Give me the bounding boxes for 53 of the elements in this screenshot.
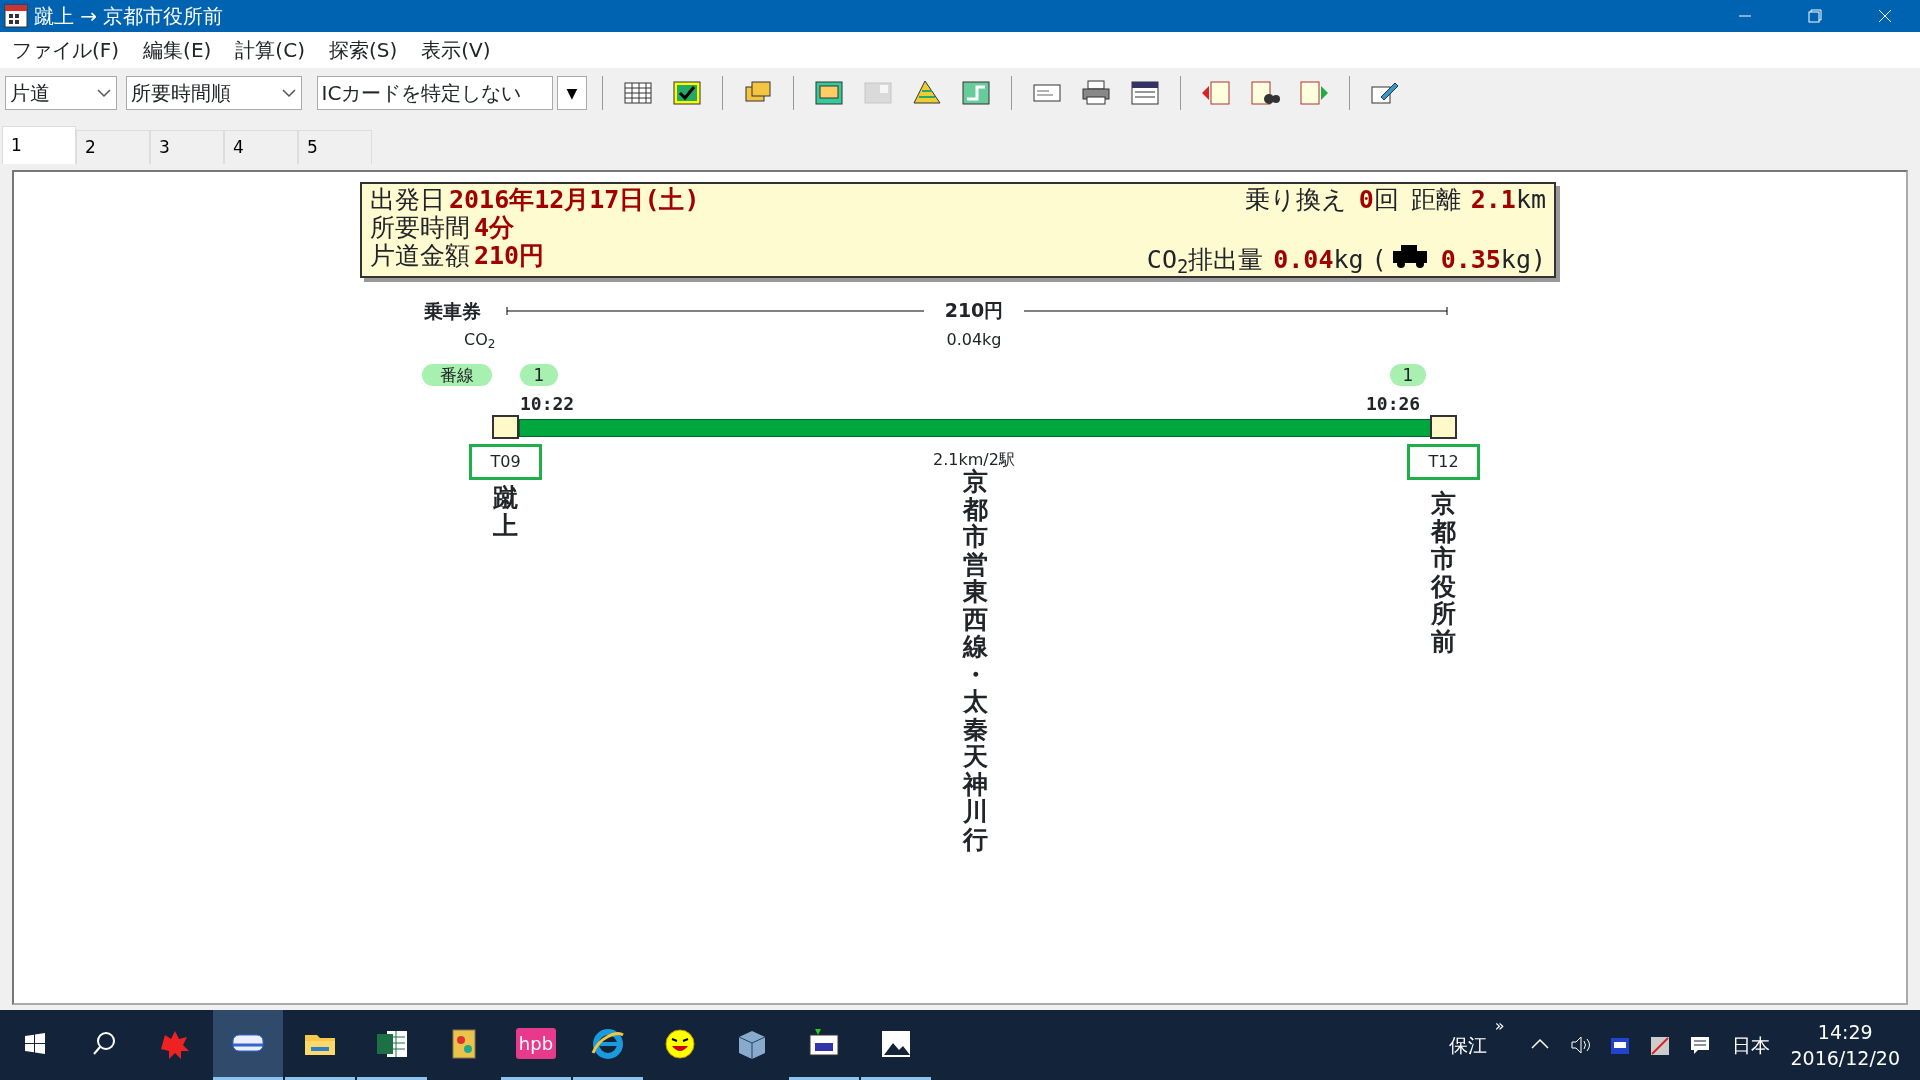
- label: 所要時間: [370, 214, 470, 242]
- unit: kg: [1333, 246, 1364, 274]
- co2-label: CO$_{2}$: [464, 329, 496, 352]
- menu-item[interactable]: 表示(V): [409, 35, 503, 65]
- tab[interactable]: 3: [150, 130, 224, 164]
- tab[interactable]: 5: [298, 130, 372, 164]
- ime-indicator[interactable]: 日本: [1732, 1030, 1771, 1060]
- line-name: 京都市営東西線・太秦天神川行: [962, 468, 989, 853]
- menu-item[interactable]: 探索(S): [316, 35, 410, 65]
- menu-item[interactable]: ファイル(F): [0, 35, 132, 65]
- platform-label: 番線: [422, 364, 492, 386]
- unit: 回: [1373, 186, 1399, 214]
- clock-date[interactable]: 2016/12/20: [1790, 1045, 1900, 1071]
- label: CO$_{2}$排出量: [1146, 246, 1264, 274]
- menu-item[interactable]: 計算(C): [223, 35, 317, 65]
- ic-card-field[interactable]: ICカードを特定しない: [316, 76, 553, 110]
- unit: kg): [1500, 246, 1546, 274]
- tab[interactable]: 4: [224, 130, 298, 164]
- car-co2-value: 0.35: [1440, 246, 1501, 274]
- platform-number: 1: [1390, 364, 1426, 386]
- tab[interactable]: 2: [76, 130, 150, 164]
- trip-type-dropdown[interactable]: 片道: [4, 76, 117, 110]
- hpb-app-button[interactable]: hpb: [501, 1010, 571, 1080]
- fare-value: 210円: [474, 242, 545, 270]
- menu-item[interactable]: 編集(E): [131, 35, 224, 65]
- label: 片道金額: [370, 242, 470, 270]
- dropdown-button[interactable]: ▼: [557, 76, 587, 110]
- clock-time[interactable]: 14:29: [1817, 1019, 1873, 1045]
- label: 乗り換え: [1244, 186, 1347, 214]
- arrival-time: 10:26: [1366, 392, 1421, 416]
- label: 出発日: [370, 186, 445, 214]
- label: 距離: [1410, 186, 1461, 214]
- duration-value: 4分: [474, 214, 515, 242]
- station-code: T09: [469, 444, 542, 480]
- station-name: 京都市役所前: [1430, 490, 1457, 655]
- distance-value: 2.1: [1470, 186, 1516, 214]
- tab[interactable]: 1: [2, 126, 76, 164]
- co2-value: 0.04: [1273, 246, 1334, 274]
- paren: (: [1371, 246, 1387, 274]
- sort-dropdown[interactable]: 所要時間順: [125, 76, 302, 110]
- ticket-label: 乗車券: [424, 299, 481, 324]
- unit: km: [1515, 186, 1546, 214]
- co2-value: 0.04kg: [945, 329, 1003, 351]
- station-code: T12: [1407, 444, 1480, 480]
- window-title: 蹴上 → 京都市役所前: [34, 3, 225, 30]
- departure-time: 10:22: [520, 392, 575, 416]
- transfers-value: 0: [1358, 186, 1374, 214]
- overflow-button[interactable]: »: [1494, 1014, 1505, 1038]
- station-name: 蹴上: [492, 484, 519, 539]
- platform-number: 1: [520, 364, 558, 386]
- tray-text: 保江: [1448, 1032, 1487, 1058]
- segment-distance: 2.1km/2駅: [932, 449, 1016, 469]
- date-value: 2016年12月17日(土): [449, 186, 700, 214]
